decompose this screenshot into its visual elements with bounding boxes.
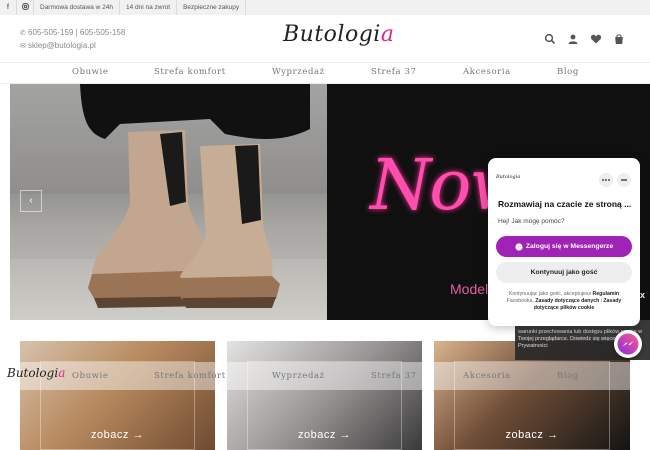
search-icon[interactable] [544, 33, 556, 45]
sticky-nav: Butologia Obuwie Strefa komfort Wyprzeda… [0, 362, 650, 390]
login-messenger-button[interactable]: Zaloguj się w Messengerze [496, 236, 632, 257]
cart-icon[interactable] [613, 33, 625, 45]
logo-text: Butologi [7, 366, 59, 380]
cookie-close-button[interactable]: x [640, 290, 645, 300]
heart-icon[interactable] [590, 33, 602, 45]
nav-item-blog[interactable]: Blog [557, 67, 579, 77]
chat-title: Rozmawiaj na czacie ze stroną ... [498, 199, 632, 209]
messenger-icon [617, 333, 639, 355]
messenger-launcher[interactable] [614, 330, 642, 358]
nav-item-akcesoria[interactable]: Akcesoria [463, 67, 511, 77]
top-bar: f Darmowa dostawa w 24h 14 dni na zwrot … [0, 0, 650, 15]
card-see-more[interactable]: zobacz → [434, 429, 630, 441]
category-card[interactable]: zobacz → [20, 341, 215, 450]
legal-prefix: Kontynuując jako gość, akceptujesz [508, 291, 592, 297]
phone-numbers: 605-505-159 | 605-505-158 [28, 28, 126, 37]
header-icons [544, 33, 625, 45]
page: f Darmowa dostawa w 24h 14 dni na zwrot … [0, 0, 650, 450]
topbar-message: 14 dni na zwrot [125, 4, 171, 11]
logo-accent: a [58, 366, 66, 380]
slider-prev-button[interactable]: ‹ [20, 190, 42, 212]
header: ✆ 605-505-159 | 605-505-158 ✉ sklep@butolo… [0, 15, 650, 62]
data-policy-link[interactable]: Zasady dotyczące danych [535, 298, 599, 304]
divider [245, 0, 247, 15]
nav-item-strefa-komfort[interactable]: Strefa komfort [154, 67, 226, 77]
messenger-icon [515, 242, 523, 251]
arrow-right-icon: → [546, 429, 559, 441]
contact-info: ✆ 605-505-159 | 605-505-158 ✉ sklep@butolo… [20, 27, 125, 53]
facebook-icon[interactable]: f [0, 4, 16, 11]
nav-item-strefa-37[interactable]: Strefa 37 [371, 371, 416, 381]
nav-item-wyprzedaz[interactable]: Wyprzedaż [272, 67, 325, 77]
ellipsis-icon [602, 179, 610, 181]
phone-icon: ✆ [20, 30, 26, 37]
sticky-logo[interactable]: Butologia [7, 366, 65, 380]
topbar-message: Darmowa dostawa w 24h [40, 4, 113, 11]
messenger-chat-panel: Butologia Rozmawiaj na czacie ze stroną … [488, 158, 640, 326]
nav-item-strefa-komfort[interactable]: Strefa komfort [154, 371, 226, 381]
nav-item-obuwie[interactable]: Obuwie [72, 371, 109, 381]
arrow-right-icon: → [339, 429, 351, 441]
terms-link[interactable]: Regulamin [593, 291, 620, 297]
mail-icon: ✉ [20, 43, 26, 50]
legal-and: i [600, 298, 602, 304]
main-nav: Obuwie Strefa komfort Wyprzedaż Strefa 3… [0, 62, 650, 84]
card-label: zobacz [91, 429, 129, 441]
minimize-icon [621, 179, 627, 181]
chat-greeting: Hej! Jak mogę pomóc? [498, 218, 565, 225]
nav-item-wyprzedaz[interactable]: Wyprzedaż [272, 371, 325, 381]
login-messenger-label: Zaloguj się w Messengerze [525, 243, 614, 250]
logo-text: Butologi [283, 22, 381, 47]
logo-accent: a [380, 22, 395, 47]
instagram-icon[interactable] [17, 3, 33, 12]
email-address: sklep@butologia.pl [28, 41, 96, 50]
card-see-more[interactable]: zobacz → [20, 429, 215, 441]
legal-mid: Facebooka, [506, 298, 534, 304]
nav-item-blog[interactable]: Blog [557, 371, 579, 381]
site-logo[interactable]: Butologia [283, 22, 394, 47]
more-options-button[interactable] [599, 173, 613, 187]
minimize-button[interactable] [617, 173, 631, 187]
nav-item-obuwie[interactable]: Obuwie [72, 67, 109, 77]
nav-item-strefa-37[interactable]: Strefa 37 [371, 67, 416, 77]
category-card[interactable]: zobacz → [227, 341, 422, 450]
card-label: zobacz [298, 429, 336, 441]
chat-page-logo: Butologia [496, 174, 521, 180]
boots-illustration [80, 84, 310, 308]
email-line[interactable]: ✉ sklep@butologia.pl [20, 40, 125, 53]
card-label: zobacz [505, 429, 544, 441]
topbar-message: Bezpieczne zakupy [183, 4, 240, 11]
continue-as-guest-button[interactable]: Kontynuuj jako gość [496, 262, 632, 283]
arrow-right-icon: → [132, 429, 144, 441]
nav-item-akcesoria[interactable]: Akcesoria [463, 371, 511, 381]
chat-legal-text: Kontynuując jako gość, akceptujesz Regul… [502, 291, 626, 312]
card-see-more[interactable]: zobacz → [227, 429, 422, 441]
user-icon[interactable] [567, 33, 579, 45]
hero-subtitle: Model [450, 281, 489, 297]
hero-photo [10, 84, 327, 320]
phone-line[interactable]: ✆ 605-505-159 | 605-505-158 [20, 27, 125, 40]
